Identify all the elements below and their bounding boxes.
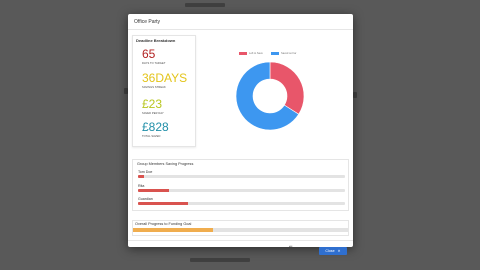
deadline-breakdown-heading: Deadline Breakdown bbox=[136, 38, 176, 43]
legend-swatch-saved-so-far bbox=[271, 52, 279, 55]
overall-progress-heading: Overall Progress to Funding Goal bbox=[135, 222, 192, 226]
mouse-cursor-icon: ⌐ bbox=[289, 244, 293, 250]
background-blur-bar bbox=[190, 258, 250, 262]
member-progress-track bbox=[138, 175, 345, 178]
savings-streak-caption: SAVINGS STREAK bbox=[142, 86, 166, 89]
saved-per-day-caption: SAVED PER DAY bbox=[142, 112, 164, 115]
member-progress-fill-guardian bbox=[138, 202, 188, 205]
donut-chart-svg bbox=[235, 61, 305, 131]
modal-title: Office Party bbox=[134, 19, 161, 25]
donut-slice-left-to-save[interactable] bbox=[269, 61, 305, 115]
member-name-rita: Rita bbox=[138, 184, 145, 188]
total-saved-caption: TOTAL SAVED bbox=[142, 135, 161, 138]
member-name-guardian: Guardian bbox=[138, 197, 153, 201]
modal-header-divider bbox=[128, 29, 353, 30]
total-saved-value: £828 bbox=[142, 120, 169, 134]
legend-item-left-to-save[interactable]: Left to Save bbox=[239, 52, 263, 55]
close-button[interactable]: Close ✕ bbox=[319, 247, 347, 255]
group-progress-heading: Group Members Saving Progress bbox=[137, 162, 194, 166]
group-progress-panel: Group Members Saving Progress Tom Doe Ri… bbox=[132, 159, 349, 211]
legend-item-saved-so-far[interactable]: Saved so Far bbox=[271, 52, 296, 55]
legend-label-saved-so-far: Saved so Far bbox=[281, 52, 297, 55]
days-to-target-caption: DAYS TO TARGET bbox=[142, 62, 166, 65]
savings-donut-chart: Left to Save Saved so Far bbox=[200, 35, 348, 145]
overall-progress-panel: Overall Progress to Funding Goal bbox=[132, 220, 349, 236]
overall-progress-track bbox=[133, 228, 348, 232]
member-progress-fill-tom-doe bbox=[138, 175, 145, 178]
legend-swatch-left-to-save bbox=[239, 52, 247, 55]
member-name-tom-doe: Tom Doe bbox=[138, 170, 153, 174]
saved-per-day-value: £23 bbox=[142, 97, 163, 111]
days-to-target-value: 65 bbox=[142, 47, 156, 61]
member-progress-track bbox=[138, 202, 345, 205]
member-progress-fill-rita bbox=[138, 189, 170, 192]
office-party-modal: Office Party Deadline Breakdown 65 DAYS … bbox=[128, 14, 353, 255]
modal-footer-divider bbox=[128, 240, 353, 241]
close-button-label: Close bbox=[325, 249, 335, 253]
overall-progress-fill bbox=[133, 228, 213, 232]
deadline-breakdown-panel: Deadline Breakdown 65 DAYS TO TARGET 36D… bbox=[132, 35, 196, 147]
close-icon: ✕ bbox=[337, 249, 341, 253]
savings-streak-value: 36DAYS bbox=[142, 71, 188, 85]
member-progress-track bbox=[138, 189, 345, 192]
legend-label-left-to-save: Left to Save bbox=[249, 52, 263, 55]
background-blur-bar bbox=[185, 3, 225, 7]
background-blur-mark bbox=[353, 92, 357, 98]
